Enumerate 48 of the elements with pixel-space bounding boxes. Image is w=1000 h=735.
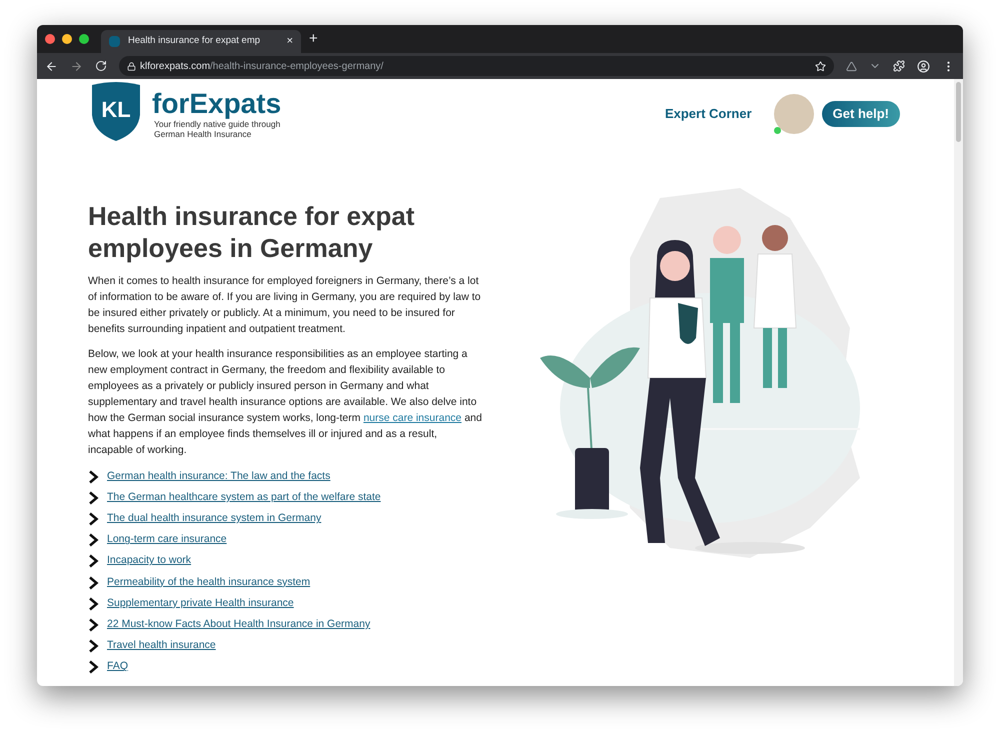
favicon-icon: [109, 36, 120, 47]
toc-link[interactable]: Travel health insurance: [107, 638, 216, 654]
tab-close-button[interactable]: ×: [286, 33, 293, 50]
extensions-icon[interactable]: [893, 60, 905, 72]
toc-link[interactable]: The German healthcare system as part of the welfare state: [107, 490, 381, 506]
chevron-icon: [88, 618, 99, 632]
tagline: German Health Insurance: [154, 129, 252, 139]
expert-corner-link[interactable]: Expert Corner: [664, 104, 752, 124]
scrollbar-thumb[interactable]: [956, 82, 961, 142]
browser-tab[interactable]: Health insurance for expat emp ×: [101, 30, 301, 53]
back-icon[interactable]: [45, 60, 58, 72]
forward-icon[interactable]: [70, 60, 83, 72]
chevron-icon: [88, 576, 99, 590]
lock-icon: [127, 62, 136, 70]
url-path: /health-insurance-employees-germany/: [210, 60, 384, 74]
scrollbar[interactable]: [954, 79, 963, 686]
toc-link[interactable]: 22 Must-know Facts About Health Insurance in Germany: [107, 617, 370, 633]
chevron-icon: [88, 660, 99, 674]
tab-title: Health insurance for expat emp: [128, 34, 262, 48]
avatar: [774, 94, 814, 134]
chevron-icon: [88, 512, 99, 526]
toc-link[interactable]: Supplementary private Health insurance: [107, 596, 294, 612]
brand-name[interactable]: forExpats: [152, 89, 282, 119]
drive-triangle-icon[interactable]: [846, 60, 857, 72]
get-help-button[interactable]: Get help!: [822, 101, 900, 127]
chevron-icon: [88, 596, 99, 611]
toc-link[interactable]: Permeability of the health insurance system: [107, 574, 310, 590]
nurse-care-link[interactable]: nurse care insurance: [363, 412, 462, 424]
address-field[interactable]: klforexpats.com/health-insurance-employees-germany/: [119, 56, 834, 76]
page-title: Health insurance for expat employees in Germany: [88, 200, 416, 264]
chevron-icon: [88, 639, 99, 654]
reload-icon[interactable]: [95, 60, 107, 72]
bookmark-star-icon[interactable]: [815, 60, 826, 72]
tagline: Your friendly native guide through: [154, 119, 282, 129]
toc-link[interactable]: FAQ: [107, 659, 128, 676]
chevron-icon: [88, 470, 99, 484]
body-paragraph: Below, we look at your health insurance responsibilities as an employee starting a new employment contract in Germany, the freedom and flexibility available to employees as a privately or publicly insured person in Germany and what supplementary and travel health insurance options are available. We also delve into how the German social insurance system works, long-term nurse care insurance and what happens if an employee finds themselves ill or injured and as a result, incapable of working.: [88, 347, 483, 458]
toc-link[interactable]: The dual health insurance system in Germany: [107, 511, 322, 527]
chevron-icon: [88, 490, 99, 505]
toc-link[interactable]: Incapacity to work: [107, 553, 192, 570]
chevron-icon: [88, 533, 99, 548]
chevron-icon: [88, 554, 99, 568]
toc-link[interactable]: Long-term care insurance: [107, 532, 227, 548]
intro-paragraph: When it comes to health insurance for employed foreigners in Germany, there’s a lot of information to be aware of. If you are living in Germany, you are required by law to be insured either privately or publicly. At a minimum, you need to be insured for benefits surrounding inpatient and outpatient treatment.: [88, 274, 482, 337]
profile-icon[interactable]: [917, 60, 930, 72]
new-tab-button[interactable]: +: [309, 28, 318, 50]
toc-link[interactable]: German health insurance: The law and the facts: [107, 468, 330, 484]
url-domain: klforexpats.com: [140, 60, 210, 74]
